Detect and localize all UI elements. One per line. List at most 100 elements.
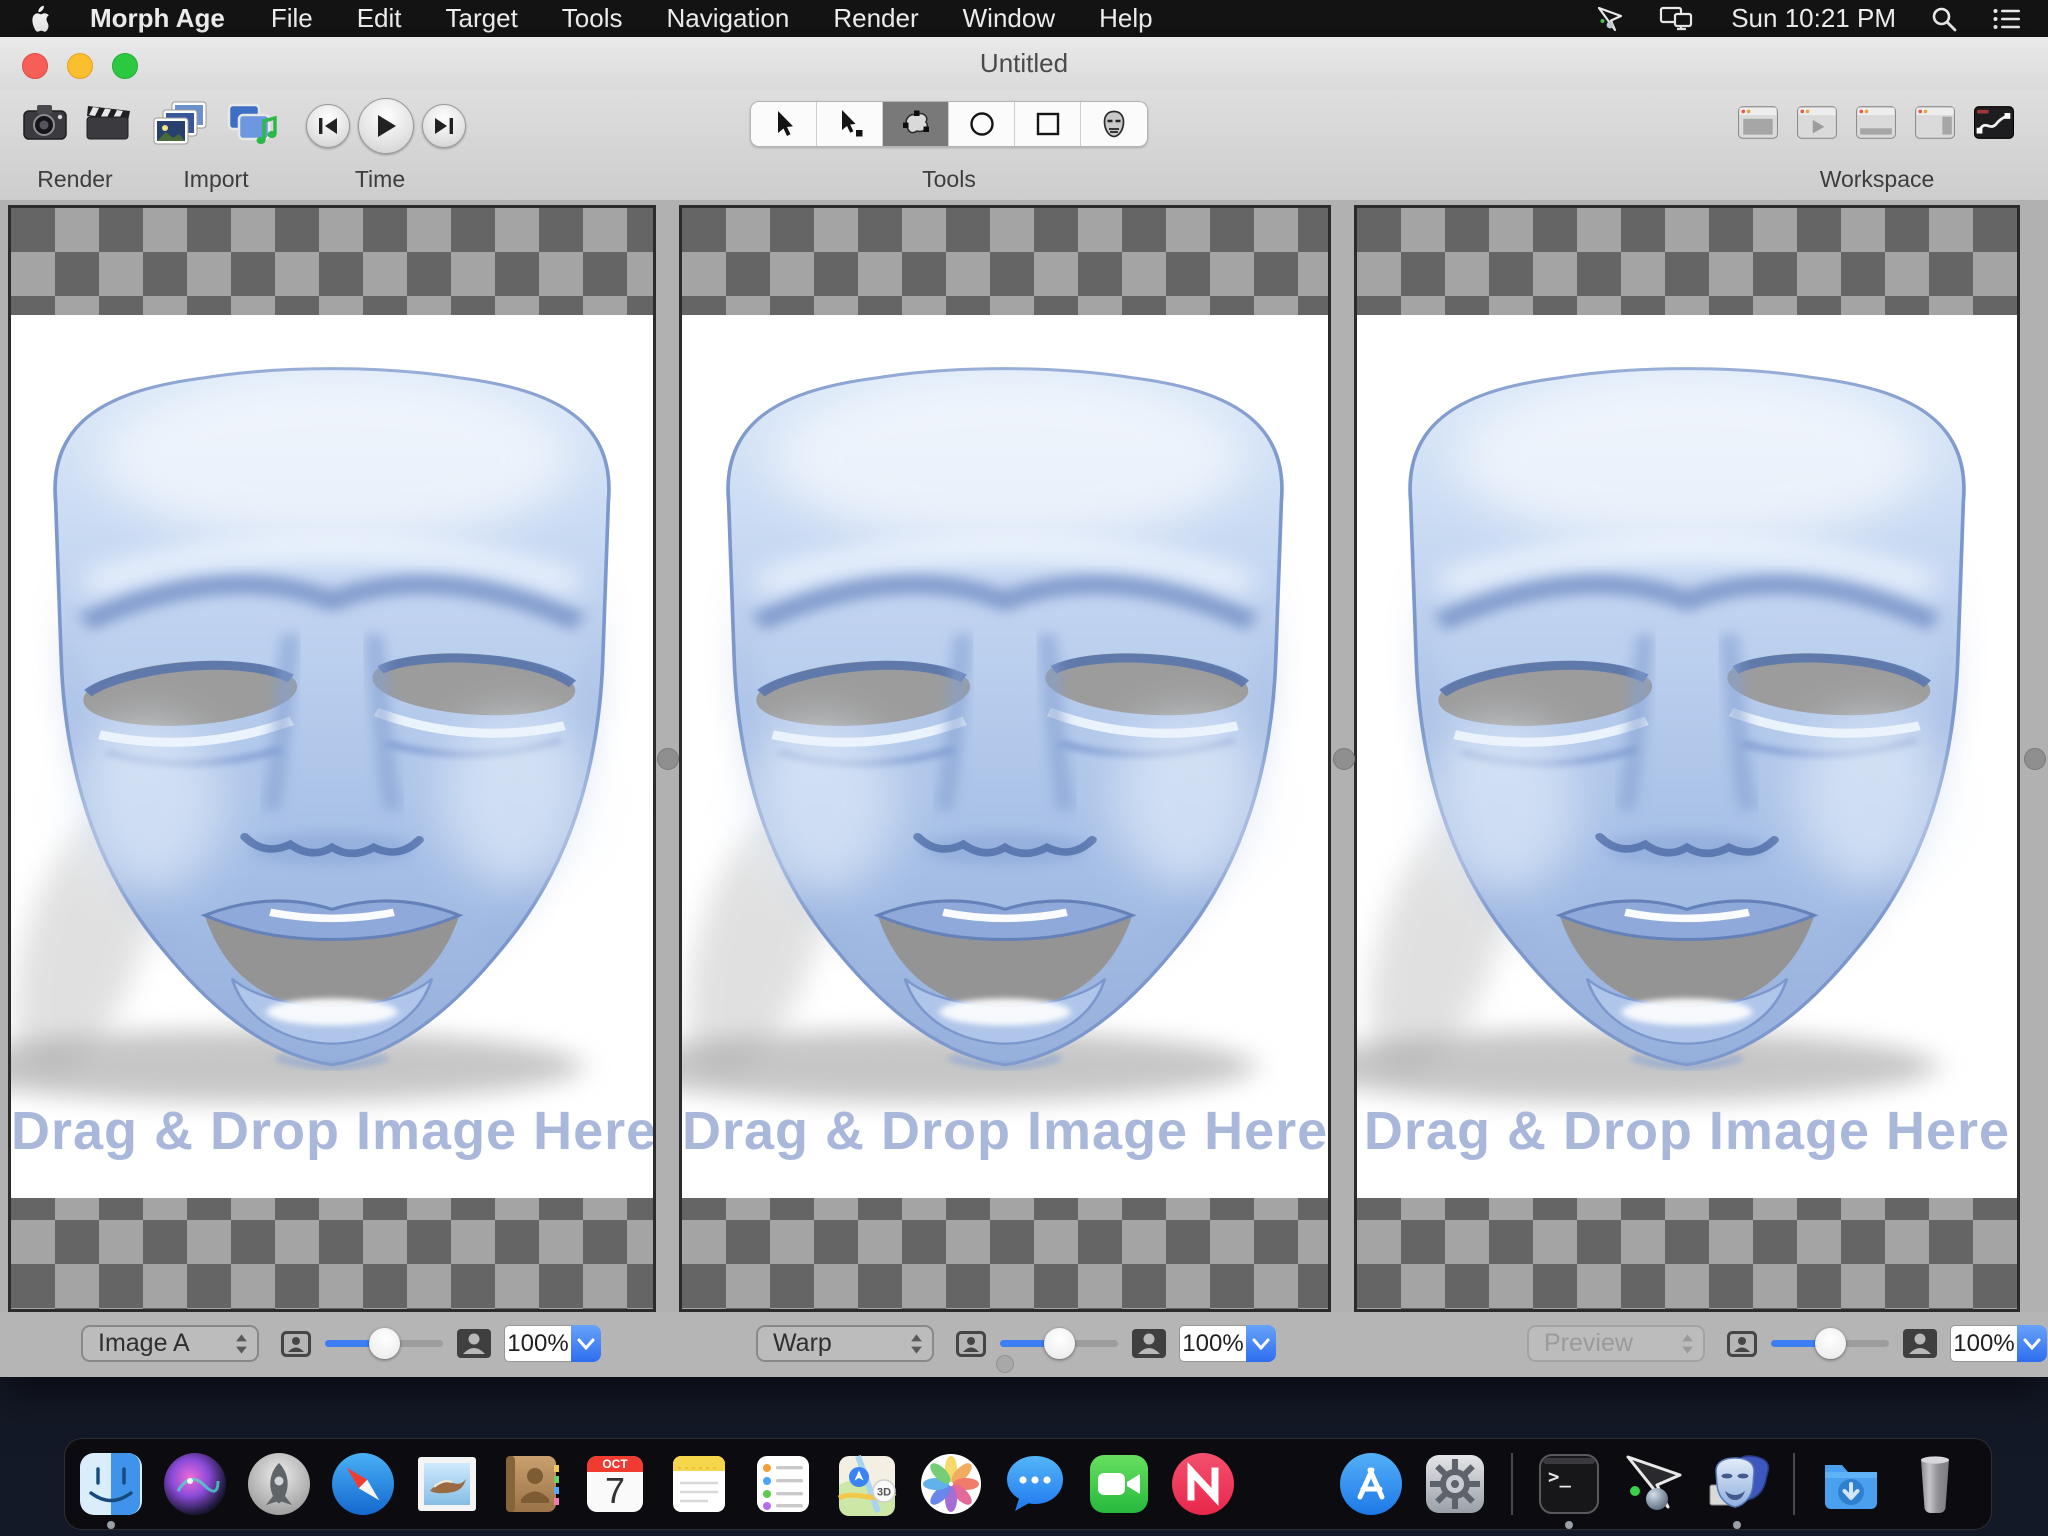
opacity-slider[interactable] <box>1000 1325 1118 1362</box>
panel-control-bar: Image A 100% <box>0 1312 2048 1377</box>
dock-item-calendar[interactable]: OCT 7 <box>582 1451 648 1517</box>
dock-item-terminal[interactable]: >_ <box>1536 1451 1602 1517</box>
dock-item-notes[interactable] <box>666 1451 732 1517</box>
play-button[interactable] <box>358 98 414 154</box>
splitter-handle-3[interactable] <box>2024 748 2046 770</box>
menu-items: File Edit Target Tools Navigation Render… <box>271 3 1153 34</box>
menu-render[interactable]: Render <box>833 3 918 34</box>
tool-select[interactable] <box>751 102 817 146</box>
splitter-handle-1[interactable] <box>657 748 679 770</box>
running-indicator <box>1565 1521 1573 1529</box>
calendar-icon: OCT 7 <box>582 1451 648 1517</box>
small-image-icon[interactable] <box>281 1331 311 1357</box>
dock-item-facetime[interactable] <box>1086 1451 1152 1517</box>
zoom-menu-button[interactable] <box>571 1325 601 1362</box>
chevron-down-icon <box>577 1337 595 1351</box>
apple-menu[interactable] <box>26 4 52 34</box>
zoom-value[interactable]: 100% <box>1179 1325 1246 1362</box>
dock-item-downloads[interactable] <box>1818 1451 1884 1517</box>
photos-stack-icon <box>152 100 210 150</box>
menu-help[interactable]: Help <box>1099 3 1152 34</box>
dock-item-maps[interactable]: 3D <box>834 1451 900 1517</box>
import-images-button[interactable] <box>152 100 210 153</box>
app-menu-title[interactable]: Morph Age <box>90 3 225 34</box>
menu-clock[interactable]: Sun 10:21 PM <box>1731 3 1896 34</box>
large-image-icon[interactable] <box>1131 1328 1167 1359</box>
render-movie-button[interactable] <box>22 100 68 147</box>
slider-thumb[interactable] <box>1815 1328 1846 1359</box>
zoom-value[interactable]: 100% <box>504 1325 571 1362</box>
opacity-slider[interactable] <box>1771 1325 1889 1362</box>
stepper-icon <box>234 1332 249 1356</box>
menu-target[interactable]: Target <box>446 3 518 34</box>
large-image-icon[interactable] <box>456 1328 492 1359</box>
window-splitter-handle[interactable] <box>996 1355 1014 1373</box>
menu-edit[interactable]: Edit <box>357 3 402 34</box>
dock-item-trash[interactable] <box>1902 1451 1968 1517</box>
dock-item-cursor-app[interactable] <box>1620 1451 1686 1517</box>
small-image-icon[interactable] <box>1727 1331 1757 1357</box>
dock-item-messages[interactable] <box>1002 1451 1068 1517</box>
dock-item-safari[interactable] <box>330 1451 396 1517</box>
preview-selector[interactable]: Preview <box>1527 1325 1705 1362</box>
menu-file[interactable]: File <box>271 3 313 34</box>
tool-rectangle[interactable] <box>1015 102 1081 146</box>
workspace-player-button[interactable] <box>1797 106 1837 142</box>
image-a-selector[interactable]: Image A <box>81 1325 259 1362</box>
zoom-menu-button[interactable] <box>1246 1325 1276 1362</box>
menu-navigation[interactable]: Navigation <box>667 3 790 34</box>
gear-icon <box>1422 1451 1488 1517</box>
zoom-value[interactable]: 100% <box>1950 1325 2017 1362</box>
small-image-icon[interactable] <box>956 1331 986 1357</box>
preview-dropzone[interactable]: Drag & Drop Image Here <box>1357 315 2017 1198</box>
image-a-dropzone[interactable]: Drag & Drop Image Here <box>11 315 653 1198</box>
workspace-sidebar-button[interactable] <box>1915 106 1955 142</box>
dock-item-siri[interactable] <box>162 1451 228 1517</box>
menu-tools[interactable]: Tools <box>562 3 623 34</box>
app-store-icon <box>1338 1451 1404 1517</box>
warp-dropzone[interactable]: Drag & Drop Image Here <box>682 315 1328 1198</box>
dock-item-music[interactable] <box>1254 1451 1320 1517</box>
title-bar[interactable]: Untitled <box>0 37 2048 91</box>
dock-item-contacts[interactable] <box>498 1451 564 1517</box>
slider-thumb[interactable] <box>369 1328 400 1359</box>
splitter-handle-2[interactable] <box>1333 748 1355 770</box>
menu-window[interactable]: Window <box>963 3 1055 34</box>
cursor-dot-icon <box>835 109 865 139</box>
panel-preview: Drag & Drop Image Here <box>1354 205 2020 1312</box>
downloads-folder-icon <box>1818 1451 1884 1517</box>
workspace-curves-button[interactable] <box>1974 106 2014 142</box>
dock-item-app-store[interactable] <box>1338 1451 1404 1517</box>
search-icon[interactable] <box>1930 5 1958 33</box>
displays-icon[interactable] <box>1659 4 1697 34</box>
dock-item-morph-age[interactable] <box>1704 1451 1770 1517</box>
chevron-down-icon <box>2023 1337 2041 1351</box>
slider-thumb[interactable] <box>1044 1328 1075 1359</box>
tool-direct-select[interactable] <box>817 102 883 146</box>
dock-item-photos[interactable] <box>918 1451 984 1517</box>
warp-selector[interactable]: Warp <box>756 1325 934 1362</box>
dropzone-placeholder: Drag & Drop Image Here <box>11 1100 653 1162</box>
render-settings-button[interactable] <box>86 100 132 147</box>
circle-icon <box>967 109 997 139</box>
dock-item-system-preferences[interactable] <box>1422 1451 1488 1517</box>
cursor-app-icon[interactable] <box>1595 4 1625 34</box>
tool-ellipse[interactable] <box>949 102 1015 146</box>
opacity-slider[interactable] <box>325 1325 443 1362</box>
tool-curve[interactable] <box>883 102 949 146</box>
face-icon <box>1099 109 1129 139</box>
tool-face[interactable] <box>1081 102 1147 146</box>
dock-item-launchpad[interactable] <box>246 1451 312 1517</box>
dock-item-reminders[interactable] <box>750 1451 816 1517</box>
workspace-standard-button[interactable] <box>1738 106 1778 142</box>
skip-back-button[interactable] <box>306 104 350 148</box>
list-icon[interactable] <box>1992 6 2022 32</box>
import-media-button[interactable] <box>226 100 280 153</box>
zoom-menu-button[interactable] <box>2017 1325 2047 1362</box>
dock-item-mail[interactable] <box>414 1451 480 1517</box>
dock-item-finder[interactable] <box>78 1451 144 1517</box>
workspace-bottom-bar-button[interactable] <box>1856 106 1896 142</box>
skip-forward-button[interactable] <box>422 104 466 148</box>
large-image-icon[interactable] <box>1902 1328 1938 1359</box>
dock-item-news[interactable] <box>1170 1451 1236 1517</box>
